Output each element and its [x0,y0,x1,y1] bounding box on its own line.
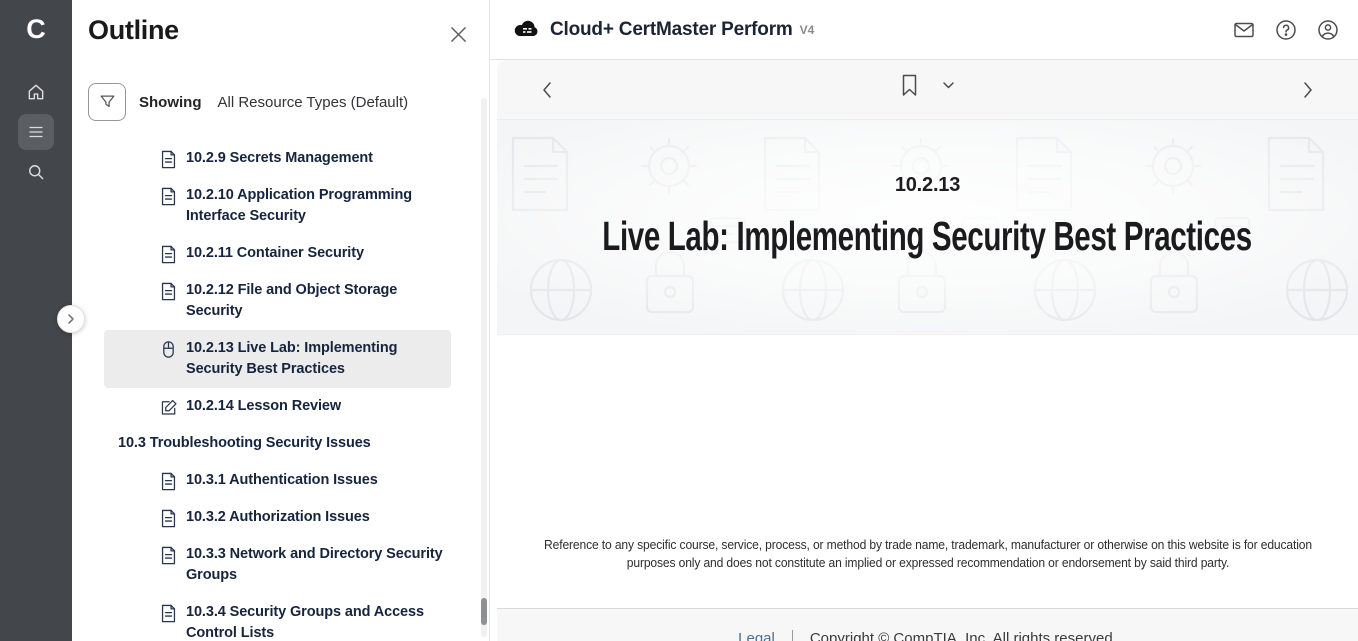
header-actions [1232,18,1340,42]
outline-section-header[interactable]: 10.3 Troubleshooting Security Issues [104,425,451,462]
help-icon [1274,18,1298,42]
footer-divider [792,630,793,641]
document-icon [160,187,178,206]
lesson-title: Live Lab: Implementing Security Best Pra… [603,213,1253,260]
mail-icon [1232,18,1256,42]
outline-scrollbar-track[interactable] [481,98,487,637]
lesson-navbar [497,60,1358,120]
outline-item[interactable]: 10.2.10 Application Programming Interfac… [104,177,451,235]
main-content: Cloud+ CertMaster Perform V4 [490,0,1358,641]
document-icon [160,472,178,491]
lesson-number: 10.2.13 [895,174,960,197]
copyright-text: Copyright © CompTIA, Inc. All rights res… [810,630,1117,641]
document-icon [160,546,178,565]
outline-item-label: 10.2.10 Application Programming Interfac… [186,185,447,227]
outline-item[interactable]: 10.3.2 Authorization Issues [104,499,451,536]
lesson-banner: 10.2.13 Live Lab: Implementing Security … [497,120,1358,335]
document-icon [160,150,178,169]
legal-link[interactable]: Legal [738,630,775,641]
home-icon [18,74,54,110]
app-version: V4 [800,23,815,37]
disclaimer-text: Reference to any specific course, servic… [542,536,1314,571]
lesson-card: 10.2.13 Live Lab: Implementing Security … [497,60,1358,608]
banner-text: 10.2.13 Live Lab: Implementing Security … [497,120,1358,334]
outline-item-label: 10.2.14 Lesson Review [186,396,341,417]
rail-home-button[interactable] [0,72,72,112]
outline-item-label: 10.2.11 Container Security [186,243,364,264]
chevron-down-icon [942,81,955,90]
bookmark-menu-button[interactable] [942,81,955,90]
outline-item[interactable]: 10.2.14 Lesson Review [104,388,451,425]
outline-panel-title: Outline [88,15,179,46]
mail-button[interactable] [1232,18,1256,42]
outline-item-label: 10.3.3 Network and Directory Security Gr… [186,544,447,586]
filter-button[interactable] [88,83,126,121]
bookmark-icon [901,74,918,97]
app-header: Cloud+ CertMaster Perform V4 [490,0,1358,60]
edit-icon [160,398,178,417]
outline-item[interactable]: 10.3.4 Security Groups and Access Contro… [104,594,451,641]
app-title: Cloud+ CertMaster Perform [550,19,793,41]
chevron-left-icon [541,81,553,99]
outline-item-label: 10.2.12 File and Object Storage Security [186,280,447,322]
funnel-icon [98,93,117,112]
chevron-right-icon [1302,81,1314,99]
outline-item-label: 10.3.4 Security Groups and Access Contro… [186,602,447,641]
outline-item[interactable]: 10.2.11 Container Security [104,235,451,272]
chevron-right-icon [66,313,76,325]
outline-item-label: 10.2.9 Secrets Management [186,148,373,169]
bookmark-controls [901,74,955,97]
menu-icon [18,114,54,150]
next-lesson-button[interactable] [1296,78,1320,102]
document-icon [160,282,178,301]
resource-filter-row: Showing All Resource Types (Default) [88,83,408,121]
showing-label: Showing [139,94,202,111]
outline-item-label: 10.2.13 Live Lab: Implementing Security … [186,338,447,380]
outline-panel: Outline Showing All Resource Types (Defa… [72,0,490,641]
outline-item[interactable]: 10.2.13 Live Lab: Implementing Security … [104,330,451,388]
outline-item[interactable]: 10.3.1 Authentication Issues [104,462,451,499]
document-icon [160,604,178,623]
page-footer: Legal Copyright © CompTIA, Inc. All righ… [497,608,1358,641]
outline-item-label: 10.3.1 Authentication Issues [186,470,378,491]
app-root: C Outline Showing [0,0,1358,641]
previous-lesson-button[interactable] [535,78,559,102]
panel-collapse-toggle[interactable] [57,305,85,333]
outline-item[interactable]: 10.3.3 Network and Directory Security Gr… [104,536,451,594]
outline-item-label: 10.3.2 Authorization Issues [186,507,370,528]
resource-filter-value[interactable]: All Resource Types (Default) [218,94,409,111]
rail-outline-button[interactable] [0,112,72,152]
outline-item[interactable]: 10.2.12 File and Object Storage Security [104,272,451,330]
close-outline-button[interactable] [447,23,469,45]
bookmark-button[interactable] [901,74,918,97]
outline-item[interactable]: 10.2.9 Secrets Management [104,140,451,177]
profile-button[interactable] [1316,18,1340,42]
document-icon [160,245,178,264]
outline-item-label: 10.3 Troubleshooting Security Issues [118,433,371,454]
mouse-icon [160,340,178,359]
cloud-icon [512,18,540,41]
document-icon [160,509,178,528]
search-icon [18,154,54,190]
rail-search-button[interactable] [0,152,72,192]
outline-list: 10.2.9 Secrets Management 10.2.10 Applica… [72,140,490,641]
close-icon [450,26,467,43]
footer-content: Legal Copyright © CompTIA, Inc. All righ… [497,630,1358,641]
brand: Cloud+ CertMaster Perform V4 [512,18,814,41]
profile-icon [1316,18,1340,42]
help-button[interactable] [1274,18,1298,42]
outline-scrollbar-thumb[interactable] [481,598,487,625]
comptia-logo[interactable]: C [0,0,72,58]
